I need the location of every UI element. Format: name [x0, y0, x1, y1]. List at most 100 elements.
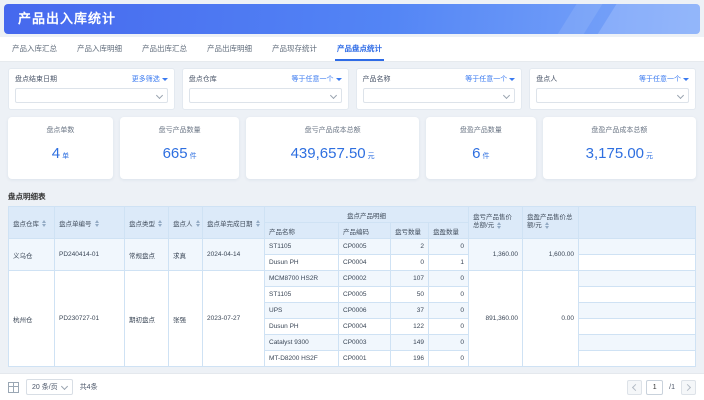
cell-product-code: CP0004 [339, 319, 391, 335]
stat-loss-cost: 盘亏产品成本总额 439,657.50元 [246, 117, 419, 179]
cell-type: 常规盘点 [125, 239, 169, 271]
footer-bar: 20 条/页 共4条 1 /1 [0, 373, 704, 400]
cell-filler [579, 239, 696, 255]
next-page-button[interactable] [681, 380, 696, 395]
cell-type: 期初盘点 [125, 271, 169, 367]
cell-loss-qty: 37 [391, 303, 429, 319]
page-size-select[interactable]: 20 条/页 [26, 379, 73, 395]
chevron-down-icon [61, 382, 68, 389]
cell-filler [579, 271, 696, 287]
tab-1[interactable]: 产品入库明细 [75, 37, 124, 61]
chevron-down-icon [156, 92, 163, 99]
cell-gain-qty: 0 [429, 351, 469, 367]
filter-label: 盘点人 [536, 74, 557, 84]
cell-finish-date: 2024-04-14 [203, 239, 265, 271]
cell-warehouse: 杭州仓 [9, 271, 55, 367]
condition-link[interactable]: 等于任意一个 [639, 74, 689, 84]
cell-product-name: ST1105 [265, 287, 339, 303]
total-count: 共4条 [80, 382, 98, 392]
tab-5[interactable]: 产品盘点统计 [335, 37, 384, 61]
person-select[interactable] [536, 88, 689, 103]
prev-page-button[interactable] [627, 380, 642, 395]
tab-4[interactable]: 产品现存统计 [270, 37, 319, 61]
stat-order-count: 盘点单数 4单 [8, 117, 113, 179]
chevron-right-icon [684, 383, 691, 390]
chevron-down-icon [503, 92, 510, 99]
table-section: 盘点明细表 盘点仓库盘点单编号盘点类型盘点人盘点单完成日期盘点产品明细盘亏产品售… [0, 186, 704, 373]
cell-gain-qty: 0 [429, 287, 469, 303]
col-group-product-detail: 盘点产品明细 [265, 207, 469, 223]
cell-finish-date: 2023-07-27 [203, 271, 265, 367]
cell-loss-total: 891,360.00 [469, 271, 523, 367]
col-gain-total[interactable]: 盘盈产品售价总额/元 [523, 207, 579, 239]
cell-gain-qty: 0 [429, 335, 469, 351]
tab-2[interactable]: 产品出库汇总 [140, 37, 189, 61]
product-name-select[interactable] [363, 88, 516, 103]
cell-product-name: Dusun PH [265, 255, 339, 271]
col-warehouse[interactable]: 盘点仓库 [9, 207, 55, 239]
cell-filler [579, 287, 696, 303]
column-settings-icon[interactable] [8, 382, 19, 393]
cell-gain-qty: 0 [429, 271, 469, 287]
filter-label: 产品名称 [363, 74, 391, 84]
col-filler [579, 207, 696, 239]
stocktake-detail-table: 盘点仓库盘点单编号盘点类型盘点人盘点单完成日期盘点产品明细盘亏产品售价总额/元盘… [8, 206, 696, 367]
cell-loss-qty: 149 [391, 335, 429, 351]
cell-gain-total: 0.00 [523, 271, 579, 367]
sort-icon [95, 220, 99, 227]
caret-down-icon [683, 78, 689, 81]
cell-product-code: CP0005 [339, 287, 391, 303]
cell-filler [579, 319, 696, 335]
col-loss-total[interactable]: 盘亏产品售价总额/元 [469, 207, 523, 239]
col-loss-qty[interactable]: 盘亏数量 [391, 223, 429, 239]
col-person[interactable]: 盘点人 [169, 207, 203, 239]
sort-icon [497, 222, 501, 229]
cell-loss-qty: 2 [391, 239, 429, 255]
cell-product-code: CP0001 [339, 351, 391, 367]
col-gain-qty[interactable]: 盘盈数量 [429, 223, 469, 239]
cell-gain-qty: 1 [429, 255, 469, 271]
pagination: 1 /1 [627, 380, 696, 395]
filter-end-date: 盘点结束日期 更多筛选 [8, 68, 175, 110]
cell-product-name: MT-D8200 HS2F [265, 351, 339, 367]
cell-gain-qty: 0 [429, 303, 469, 319]
col-product-code[interactable]: 产品编码 [339, 223, 391, 239]
tabs-bar: 产品入库汇总产品入库明细产品出库汇总产品出库明细产品现存统计产品盘点统计 [0, 37, 704, 62]
cell-product-name: Catalyst 9300 [265, 335, 339, 351]
stat-value: 665 [163, 145, 188, 162]
cell-product-code: CP0002 [339, 271, 391, 287]
filter-person: 盘点人 等于任意一个 [529, 68, 696, 110]
table-row: 杭州仓PD230727-01期初盘点张强2023-07-27MCM8700 HS… [9, 271, 696, 287]
cell-loss-qty: 50 [391, 287, 429, 303]
end-date-select[interactable] [15, 88, 168, 103]
cell-person: 求真 [169, 239, 203, 271]
chevron-left-icon [632, 383, 639, 390]
col-order-no[interactable]: 盘点单编号 [55, 207, 125, 239]
condition-link[interactable]: 等于任意一个 [465, 74, 515, 84]
tab-3[interactable]: 产品出库明细 [205, 37, 254, 61]
current-page-box[interactable]: 1 [646, 380, 663, 395]
cell-loss-total: 1,360.00 [469, 239, 523, 271]
section-title: 盘点明细表 [8, 191, 696, 202]
cell-product-code: CP0006 [339, 303, 391, 319]
col-product-name[interactable]: 产品名称 [265, 223, 339, 239]
cell-filler [579, 335, 696, 351]
condition-link[interactable]: 等于任意一个 [292, 74, 342, 84]
filter-label: 盘点仓库 [189, 74, 217, 84]
cell-loss-qty: 107 [391, 271, 429, 287]
page-banner: 产品出入库统计 [4, 4, 700, 34]
sort-icon [158, 220, 162, 227]
col-type[interactable]: 盘点类型 [125, 207, 169, 239]
tab-0[interactable]: 产品入库汇总 [10, 37, 59, 61]
chevron-down-icon [677, 92, 684, 99]
sort-icon [256, 220, 260, 227]
chevron-down-icon [329, 92, 336, 99]
col-finish-date[interactable]: 盘点单完成日期 [203, 207, 265, 239]
warehouse-select[interactable] [189, 88, 342, 103]
cell-product-code: CP0004 [339, 255, 391, 271]
cell-gain-total: 1,600.00 [523, 239, 579, 271]
page-total: /1 [669, 384, 675, 391]
more-filters-link[interactable]: 更多筛选 [132, 74, 168, 84]
table-row: 义乌仓PD240414-01常规盘点求真2024-04-14ST1105CP00… [9, 239, 696, 255]
cell-filler [579, 255, 696, 271]
